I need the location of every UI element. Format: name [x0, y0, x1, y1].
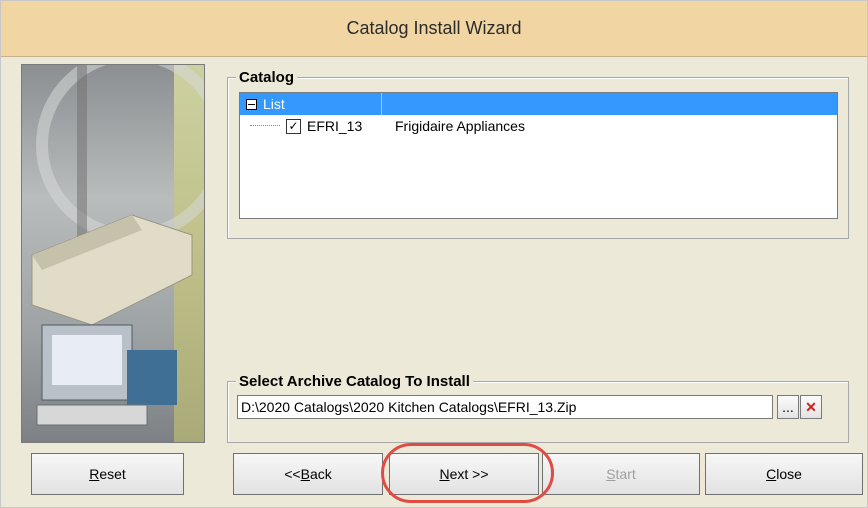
item-code: EFRI_13 — [307, 118, 363, 134]
next-button-highlight — [381, 443, 554, 503]
tree-row-item[interactable]: ✓ EFRI_13 Frigidaire Appliances — [240, 115, 837, 137]
reset-button[interactable]: Reset — [31, 453, 184, 495]
browse-button[interactable]: ... — [777, 395, 799, 419]
back-button[interactable]: << Back — [233, 453, 383, 495]
catalog-install-wizard-window: Catalog Install Wizard Catalog List ✓ EF… — [0, 0, 868, 508]
tree-connector — [250, 125, 280, 127]
archive-path-input[interactable]: D:\2020 Catalogs\2020 Kitchen Catalogs\E… — [237, 395, 773, 419]
wizard-side-image — [21, 64, 205, 443]
item-name: Frigidaire Appliances — [395, 118, 525, 134]
close-button[interactable]: Close — [705, 453, 863, 495]
column-separator — [381, 93, 382, 115]
tree-root-label: List — [263, 96, 285, 112]
window-title: Catalog Install Wizard — [1, 1, 867, 57]
start-button[interactable]: Start — [542, 453, 700, 495]
clear-icon: ✕ — [805, 398, 817, 415]
collapse-icon[interactable] — [246, 98, 257, 110]
catalog-group-title: Catalog — [236, 69, 298, 86]
archive-group-title: Select Archive Catalog To Install — [236, 373, 473, 390]
clear-button[interactable]: ✕ — [800, 395, 822, 419]
tree-row-list[interactable]: List — [240, 93, 837, 115]
item-checkbox[interactable]: ✓ — [286, 118, 301, 134]
side-illustration — [31, 65, 204, 426]
catalog-tree[interactable]: List ✓ EFRI_13 Frigidaire Appliances — [239, 92, 838, 219]
